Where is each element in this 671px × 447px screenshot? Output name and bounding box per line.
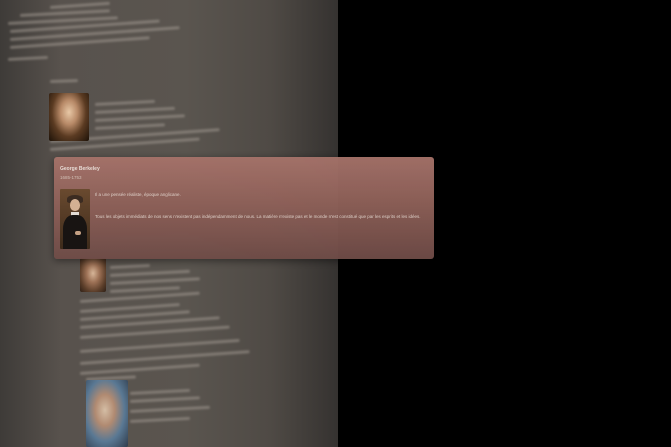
philosopher-portrait-2-icon — [80, 258, 106, 292]
blurred-text-line — [94, 106, 175, 114]
blurred-text-line — [79, 325, 230, 339]
philosopher-info-popup[interactable]: George Berkeley 1685-1753 Il a une pensé… — [54, 157, 434, 259]
philosopher-portrait-1-icon — [49, 93, 89, 141]
blurred-text-line — [49, 1, 110, 9]
philosopher-description: Il a une pensée réaliste, époque anglica… — [95, 192, 181, 197]
blurred-text-line — [109, 277, 200, 285]
blurred-text-line — [79, 363, 200, 375]
philosopher-quote: Tous les objets immédiats de nos sens n'… — [95, 214, 421, 219]
blurred-text-line — [129, 396, 200, 403]
philosopher-dates: 1685-1753 — [60, 175, 82, 180]
blurred-text-line — [129, 388, 190, 395]
blurred-text-line — [49, 79, 79, 83]
blurred-text-line — [129, 416, 190, 423]
viewport: George Berkeley 1685-1753 Il a une pensé… — [0, 0, 671, 447]
blurred-text-line — [109, 263, 151, 269]
blurred-text-line — [109, 269, 190, 277]
blurred-text-line — [94, 114, 185, 122]
blurred-text-line — [109, 286, 180, 293]
blurred-text-line — [94, 99, 155, 106]
berkeley-portrait-icon — [60, 189, 90, 249]
blurred-text-line — [79, 350, 250, 365]
blurred-text-line — [94, 123, 165, 130]
blurred-text-line — [129, 405, 210, 413]
blurred-text-line — [19, 9, 110, 17]
blurred-text-line — [79, 291, 200, 303]
philosopher-name: George Berkeley — [60, 166, 100, 172]
blurred-text-line — [7, 55, 49, 61]
philosopher-portrait-3-icon — [86, 380, 128, 447]
blurred-text-line — [79, 338, 240, 353]
